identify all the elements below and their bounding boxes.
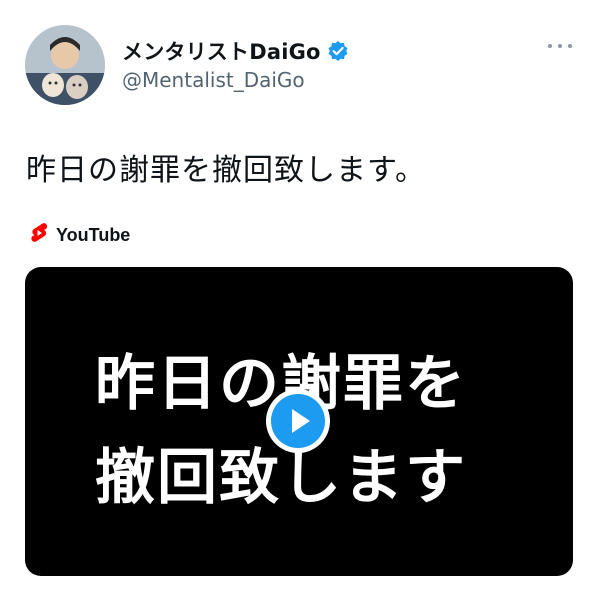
tweet-text: 昨日の謝罪を撤回致します。 bbox=[26, 153, 426, 188]
avatar-image bbox=[25, 25, 105, 105]
play-icon bbox=[271, 394, 325, 448]
avatar[interactable] bbox=[25, 25, 105, 105]
link-source-label[interactable]: YouTube bbox=[56, 225, 130, 246]
more-dots-icon[interactable] bbox=[548, 38, 572, 54]
author-handle[interactable]: @Mentalist_DaiGo bbox=[122, 68, 349, 92]
more-dot bbox=[548, 44, 552, 48]
play-button[interactable] bbox=[266, 389, 330, 453]
author-display-name[interactable]: メンタリストDaiGo bbox=[122, 36, 321, 66]
tweet-author[interactable]: メンタリストDaiGo @Mentalist_DaiGo bbox=[122, 36, 349, 92]
more-dot bbox=[568, 44, 572, 48]
verified-badge-icon bbox=[327, 40, 349, 62]
link-source[interactable]: YouTube bbox=[30, 222, 130, 248]
video-thumbnail[interactable]: 昨日の謝罪を 撤回致します bbox=[25, 267, 573, 576]
more-dot bbox=[558, 44, 562, 48]
youtube-shorts-icon bbox=[30, 222, 48, 248]
